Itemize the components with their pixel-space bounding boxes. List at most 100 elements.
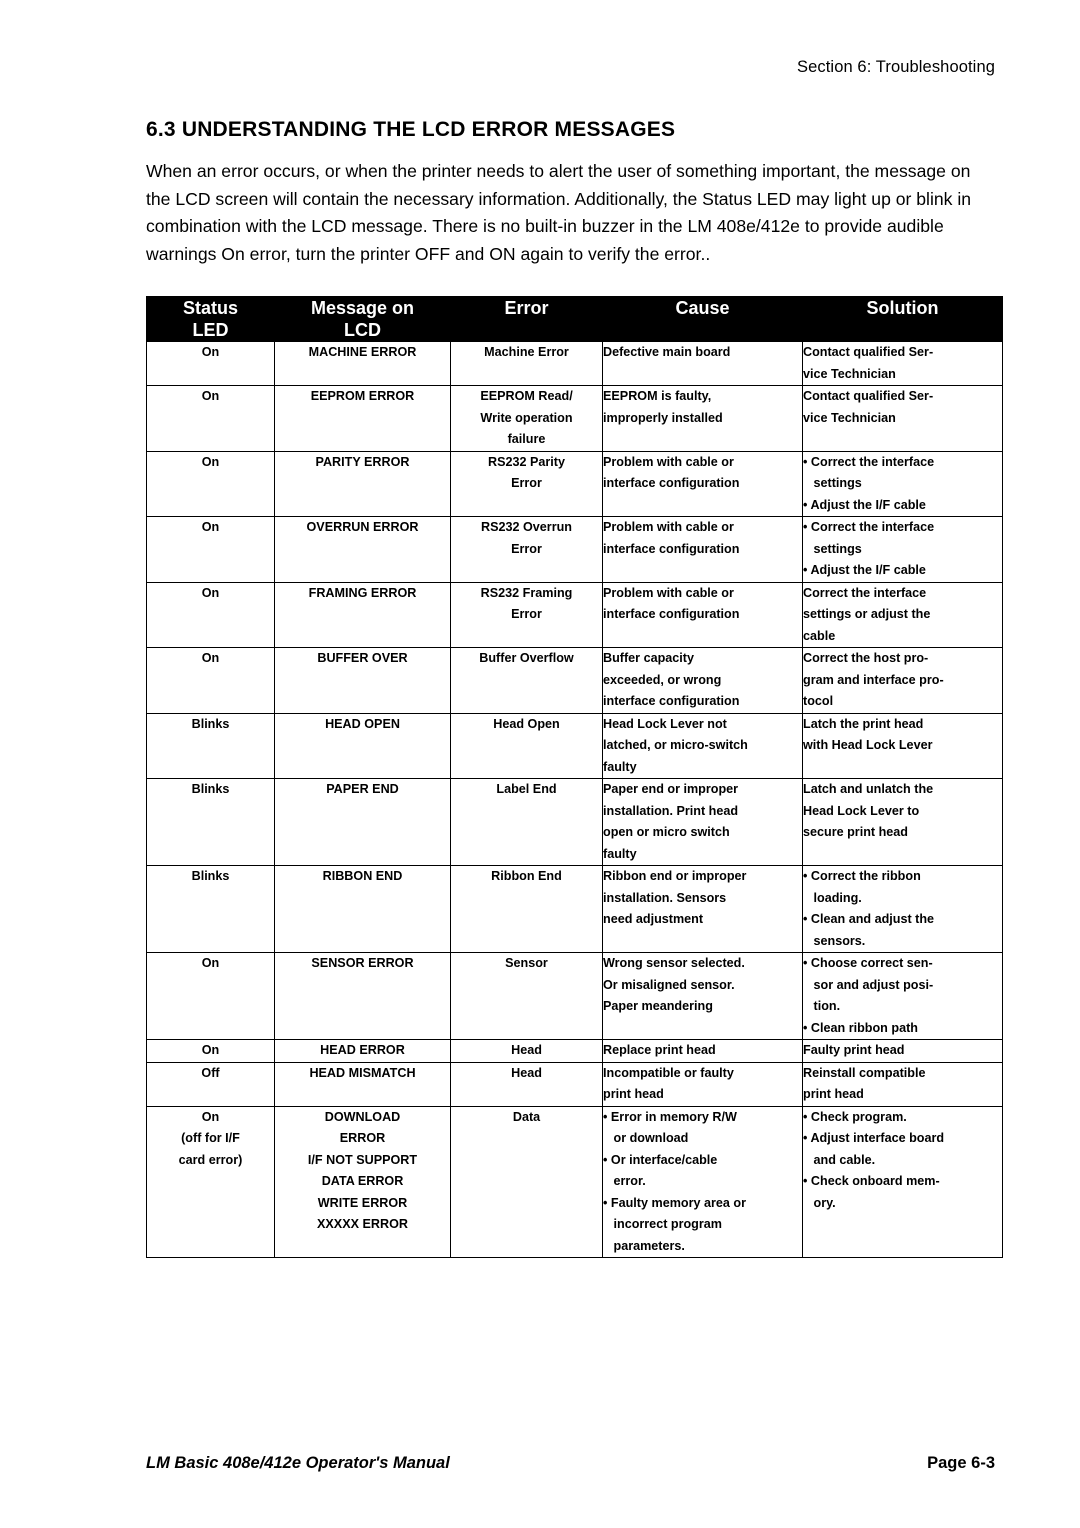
cell-status-led: On [146,385,275,452]
cell-line: Paper meandering [603,999,713,1013]
cell-line: DOWNLOAD [324,1109,401,1124]
cell-line: interface configuration [603,694,740,708]
cell-error: RS232 Parity Error [450,450,603,517]
table-row: Off HEAD MISMATCH Head Incompatible or faul… [146,1061,1003,1107]
cell-line: Problem with cable or [603,454,734,469]
cell-line: Faulty print head [803,1043,905,1057]
cell-line: ory. [803,1195,836,1210]
page-title: 6.3 UNDERSTANDING THE LCD ERROR MESSAGES [146,118,676,141]
cell-error: RS232 Framing Error [450,581,603,648]
cell-error: Data [450,1105,603,1258]
cell-line: Correct the interface [803,585,927,600]
cell-line: Head Lock Lever to [803,803,920,818]
cell-message-on-lcd: HEAD OPEN [274,712,451,779]
cell-line: Machine Error [484,345,569,359]
cell-line: faulty [603,846,637,861]
cell-line: • Check program. [803,1109,907,1124]
cell-line: Reinstall compatible [803,1065,926,1080]
cell-line: vice Technician [803,366,896,381]
cell-line: Paper end or improper [603,782,739,796]
cell-line: I/F NOT SUPPORT [307,1152,418,1167]
cell-error: Head [450,1061,603,1107]
cell-line: sensors. [803,933,866,948]
cell-status-led: On (off for I/F card error) [146,1105,275,1258]
cell-status-led: On [146,952,275,1040]
table-row: On MACHINE ERROR Machine Error Defective ma… [146,341,1003,386]
cell-line: Latch and unlatch the [803,782,934,796]
cell-solution: Correct the interface settings or adjust … [802,581,1003,648]
column-header-error: Error [450,296,603,342]
cell-line: FRAMING ERROR [308,585,417,600]
cell-line: On [201,651,220,665]
cell-line: Problem with cable or [603,520,734,534]
cell-line: Error [511,476,542,490]
table-row: Blinks PAPER END Label End Paper end or imp… [146,778,1003,866]
table-row: On EEPROM ERROR EEPROM Read/Write operatio… [146,385,1003,452]
cell-line: EEPROM Read/ [480,389,573,403]
table-row: On FRAMING ERROR RS232 Framing Error Problem… [146,581,1003,648]
cell-line: Sensor [505,956,548,970]
cell-cause: Replace print head [602,1039,803,1063]
cell-line: Head Open [493,716,560,731]
error-messages-table: Status LED Message on LCD Error Cause So… [146,296,1003,1258]
cell-line: settings or adjust the [803,607,931,621]
cell-line: Replace print head [603,1043,716,1057]
cell-solution: Reinstall compatible print head [802,1061,1003,1107]
cell-line: Buffer capacity [603,651,694,665]
cell-status-led: On [146,450,275,517]
cell-cause: Paper end or improper installation. Print… [602,778,803,866]
cell-line: • Correct the interface [803,520,935,534]
cell-cause: Incompatible or faulty print head [602,1061,803,1107]
cell-line: Problem with cable or [603,585,734,600]
cell-line: Head [511,1043,542,1057]
column-header-line2: LCD [344,320,381,340]
cell-message-on-lcd: HEAD MISMATCH [274,1061,451,1107]
cell-line: Ribbon End [491,869,562,883]
cell-line: Label End [496,782,557,796]
cell-line: improperly installed [603,410,723,425]
cell-solution: Latch and unlatch the Head Lock Lever to s… [802,778,1003,866]
cell-line: On [201,585,220,600]
cell-line: • Choose correct sen- [803,956,933,970]
cell-error: Head [450,1039,603,1063]
cell-line: installation. Sensors [603,890,727,905]
footer-page-number: Page 6-3 [927,1454,995,1472]
cell-line: PAPER END [326,782,399,796]
cell-cause: Defective main board [602,341,803,386]
cell-line: • Clean ribbon path [803,1020,918,1035]
cell-solution: • Check program. • Adjust interface board… [802,1105,1003,1258]
column-header-line1: Error [504,298,549,318]
cell-line: loading. [803,890,862,905]
cell-solution: • Correct the ribbon loading. • Clean and… [802,865,1003,953]
cell-cause: Ribbon end or improper installation. Sens… [602,865,803,953]
table-row: On OVERRUN ERROR RS232 Overrun Error Problem… [146,516,1003,583]
cell-status-led: On [146,341,275,386]
cell-line: gram and interface pro- [803,672,944,687]
cell-line: EEPROM ERROR [310,389,415,403]
cell-line: Defective main board [603,345,731,359]
cell-line: XXXXX ERROR [317,1217,408,1231]
cell-line: secure print head [803,825,908,839]
table-header-row: Status LED Message on LCD Error Cause So… [146,296,1003,342]
cell-line: HEAD ERROR [320,1043,405,1057]
cell-cause: Buffer capacity exceeded, or wrong interfa… [602,647,803,714]
cell-line: sor and adjust posi- [803,977,934,992]
cell-line: • Error in memory R/W [603,1109,737,1124]
cell-line: MACHINE ERROR [308,345,417,359]
cell-message-on-lcd: MACHINE ERROR [274,341,451,386]
cell-line: tion. [803,999,841,1013]
cell-line: print head [803,1087,864,1101]
cell-line: On [201,389,220,403]
cell-error: Head Open [450,712,603,779]
cell-status-led: Blinks [146,865,275,953]
cell-line: Buffer Overflow [479,651,574,665]
cell-line: (off for I/F [181,1131,240,1145]
cell-line: settings [803,476,862,490]
cell-line: Or misaligned sensor. [603,977,735,992]
cell-line: Wrong sensor selected. [603,956,745,970]
cell-line: BUFFER OVER [317,651,408,665]
cell-solution: • Choose correct sen- sor and adjust pos… [802,952,1003,1040]
cell-status-led: On [146,1039,275,1063]
cell-error: Sensor [450,952,603,1040]
cell-line: open or micro switch [603,825,730,839]
